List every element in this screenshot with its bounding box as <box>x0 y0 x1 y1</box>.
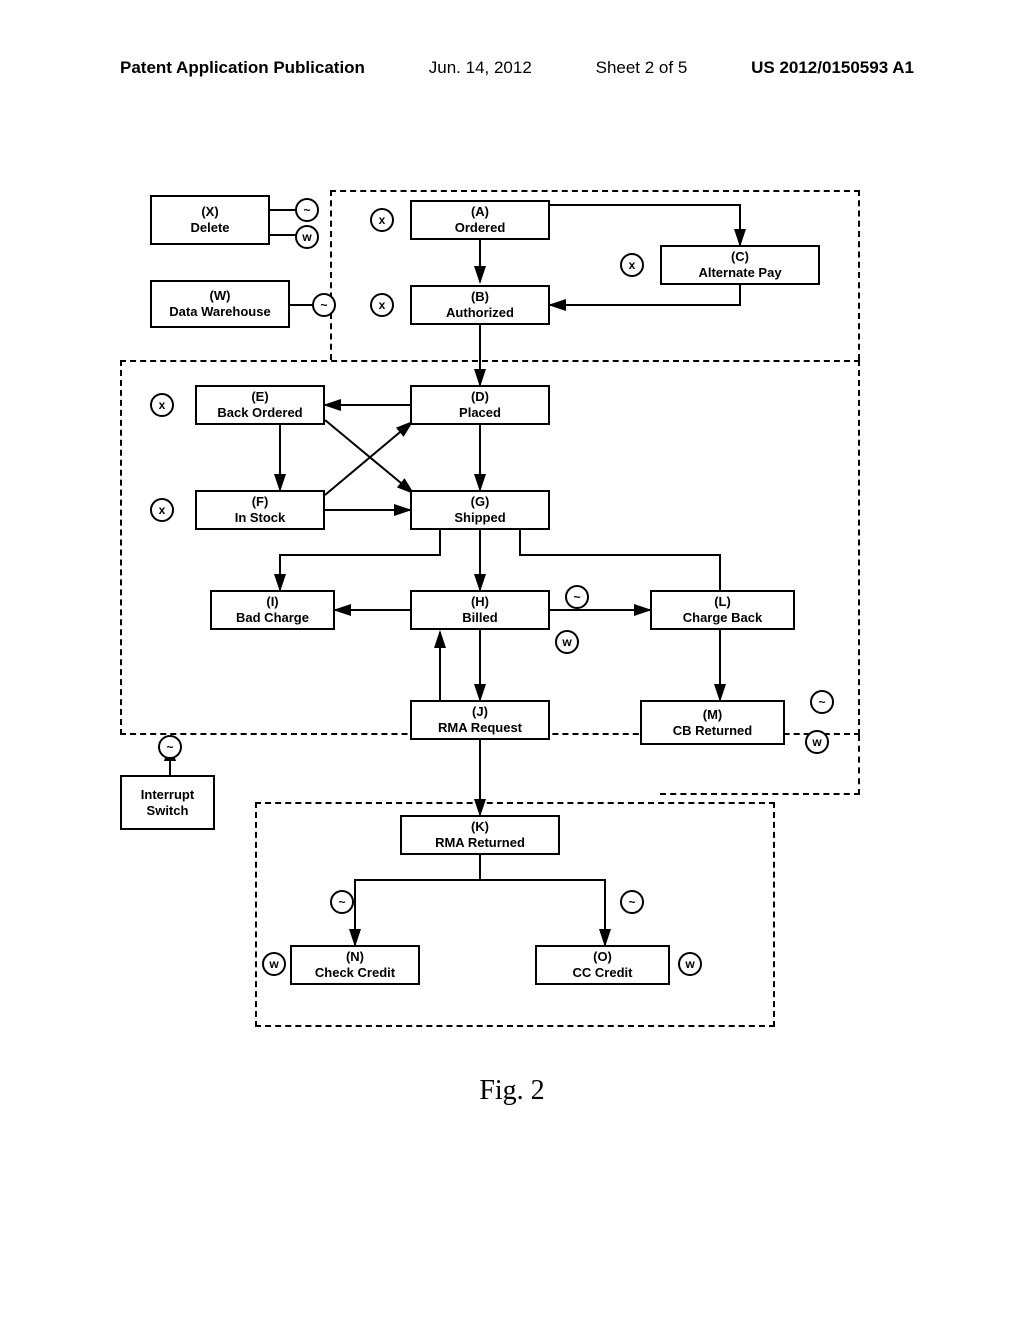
circle-w-M: w <box>805 730 829 754</box>
circle-tilde-O: ~ <box>620 890 644 914</box>
node-rma-returned: (K) RMA Returned <box>400 815 560 855</box>
publication-label: Patent Application Publication <box>120 58 365 78</box>
node-billed: (H) Billed <box>410 590 550 630</box>
circle-w-O: w <box>678 952 702 976</box>
circle-tilde-INT: ~ <box>158 735 182 759</box>
node-authorized: (B) Authorized <box>410 285 550 325</box>
node-alternate-pay: (C) Alternate Pay <box>660 245 820 285</box>
circle-w-H: w <box>555 630 579 654</box>
circle-tilde-H: ~ <box>565 585 589 609</box>
node-check-credit: (N) Check Credit <box>290 945 420 985</box>
node-cc-credit: (O) CC Credit <box>535 945 670 985</box>
node-charge-back: (L) Charge Back <box>650 590 795 630</box>
circle-x-E: x <box>150 393 174 417</box>
node-bad-charge: (I) Bad Charge <box>210 590 335 630</box>
flow-diagram: (X) Delete (W) Data Warehouse (A) Ordere… <box>140 190 860 1040</box>
circle-tilde-1: ~ <box>295 198 319 222</box>
node-in-stock: (F) In Stock <box>195 490 325 530</box>
publication-number: US 2012/0150593 A1 <box>751 58 914 78</box>
node-placed: (D) Placed <box>410 385 550 425</box>
node-shipped: (G) Shipped <box>410 490 550 530</box>
node-ordered: (A) Ordered <box>410 200 550 240</box>
circle-x-F: x <box>150 498 174 522</box>
node-cb-returned: (M) CB Returned <box>640 700 785 745</box>
circle-x-A: x <box>370 208 394 232</box>
circle-w-1: w <box>295 225 319 249</box>
circle-tilde-M: ~ <box>810 690 834 714</box>
circle-tilde-N: ~ <box>330 890 354 914</box>
figure-caption: Fig. 2 <box>0 1075 1024 1107</box>
circle-x-B: x <box>370 293 394 317</box>
node-back-ordered: (E) Back Ordered <box>195 385 325 425</box>
node-delete: (X) Delete <box>150 195 270 245</box>
node-interrupt-switch: Interrupt Switch <box>120 775 215 830</box>
circle-x-C: x <box>620 253 644 277</box>
page-header: Patent Application Publication Jun. 14, … <box>0 58 1024 78</box>
node-data-warehouse: (W) Data Warehouse <box>150 280 290 328</box>
publication-date: Jun. 14, 2012 <box>429 58 532 78</box>
circle-w-N: w <box>262 952 286 976</box>
node-rma-request: (J) RMA Request <box>410 700 550 740</box>
circle-tilde-2: ~ <box>312 293 336 317</box>
sheet-number: Sheet 2 of 5 <box>596 58 688 78</box>
